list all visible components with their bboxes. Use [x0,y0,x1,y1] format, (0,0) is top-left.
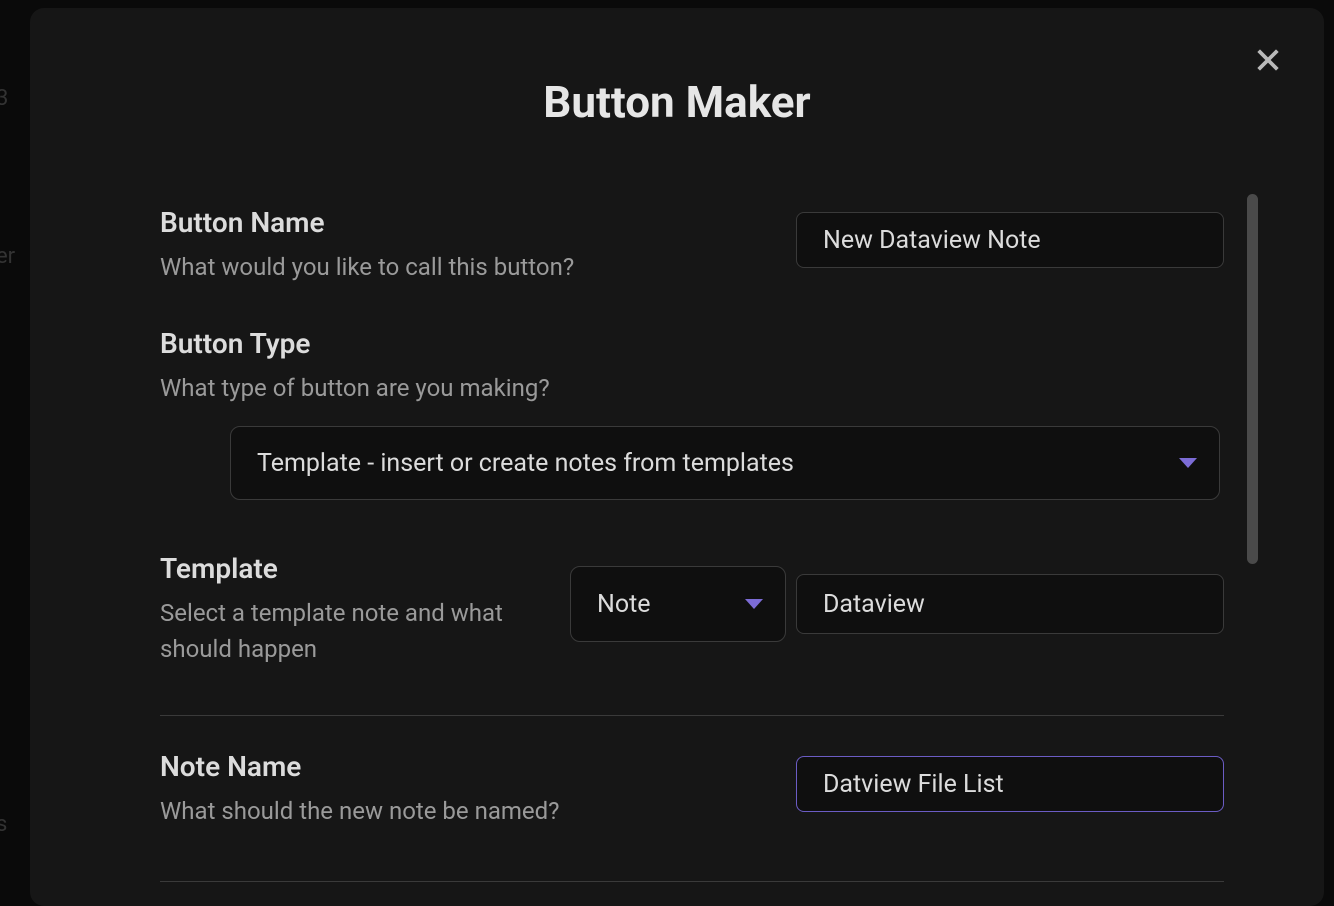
chevron-down-icon [1179,458,1197,468]
bg-fragment: er [0,244,15,269]
button-name-input[interactable] [796,212,1224,268]
button-name-desc: What would you like to call this button? [160,249,574,285]
template-input[interactable] [796,574,1224,634]
chevron-down-icon [745,599,763,609]
row-template: Template Select a template note and what… [160,534,1224,716]
template-action-select[interactable]: Note [570,566,786,642]
scrollbar-thumb[interactable] [1247,194,1258,564]
row-button-name: Button Name What would you like to call … [160,188,1224,309]
button-name-label: Button Name [160,206,574,239]
button-maker-modal: Button Maker Button Name What would you … [30,8,1324,906]
button-type-selected: Template - insert or create notes from t… [257,449,794,478]
button-type-select[interactable]: Template - insert or create notes from t… [230,426,1220,500]
close-icon [1254,46,1282,74]
note-name-desc: What should the new note be named? [160,793,560,829]
modal-title: Button Maker [30,76,1324,128]
button-type-label: Button Type [160,327,550,360]
modal-content: Button Name What would you like to call … [160,188,1224,906]
note-name-input[interactable] [796,756,1224,812]
button-type-desc: What type of button are you making? [160,370,550,406]
close-button[interactable] [1248,40,1288,80]
bg-fragment: s [0,812,7,837]
note-name-label: Note Name [160,750,560,783]
template-action-selected: Note [597,590,651,619]
template-label: Template [160,552,530,585]
template-desc: Select a template note and what should h… [160,595,530,667]
row-note-name: Note Name What should the new note be na… [160,716,1224,882]
row-button-type: Button Type What type of button are you … [160,309,1224,534]
bg-fragment: 3 [0,86,8,111]
